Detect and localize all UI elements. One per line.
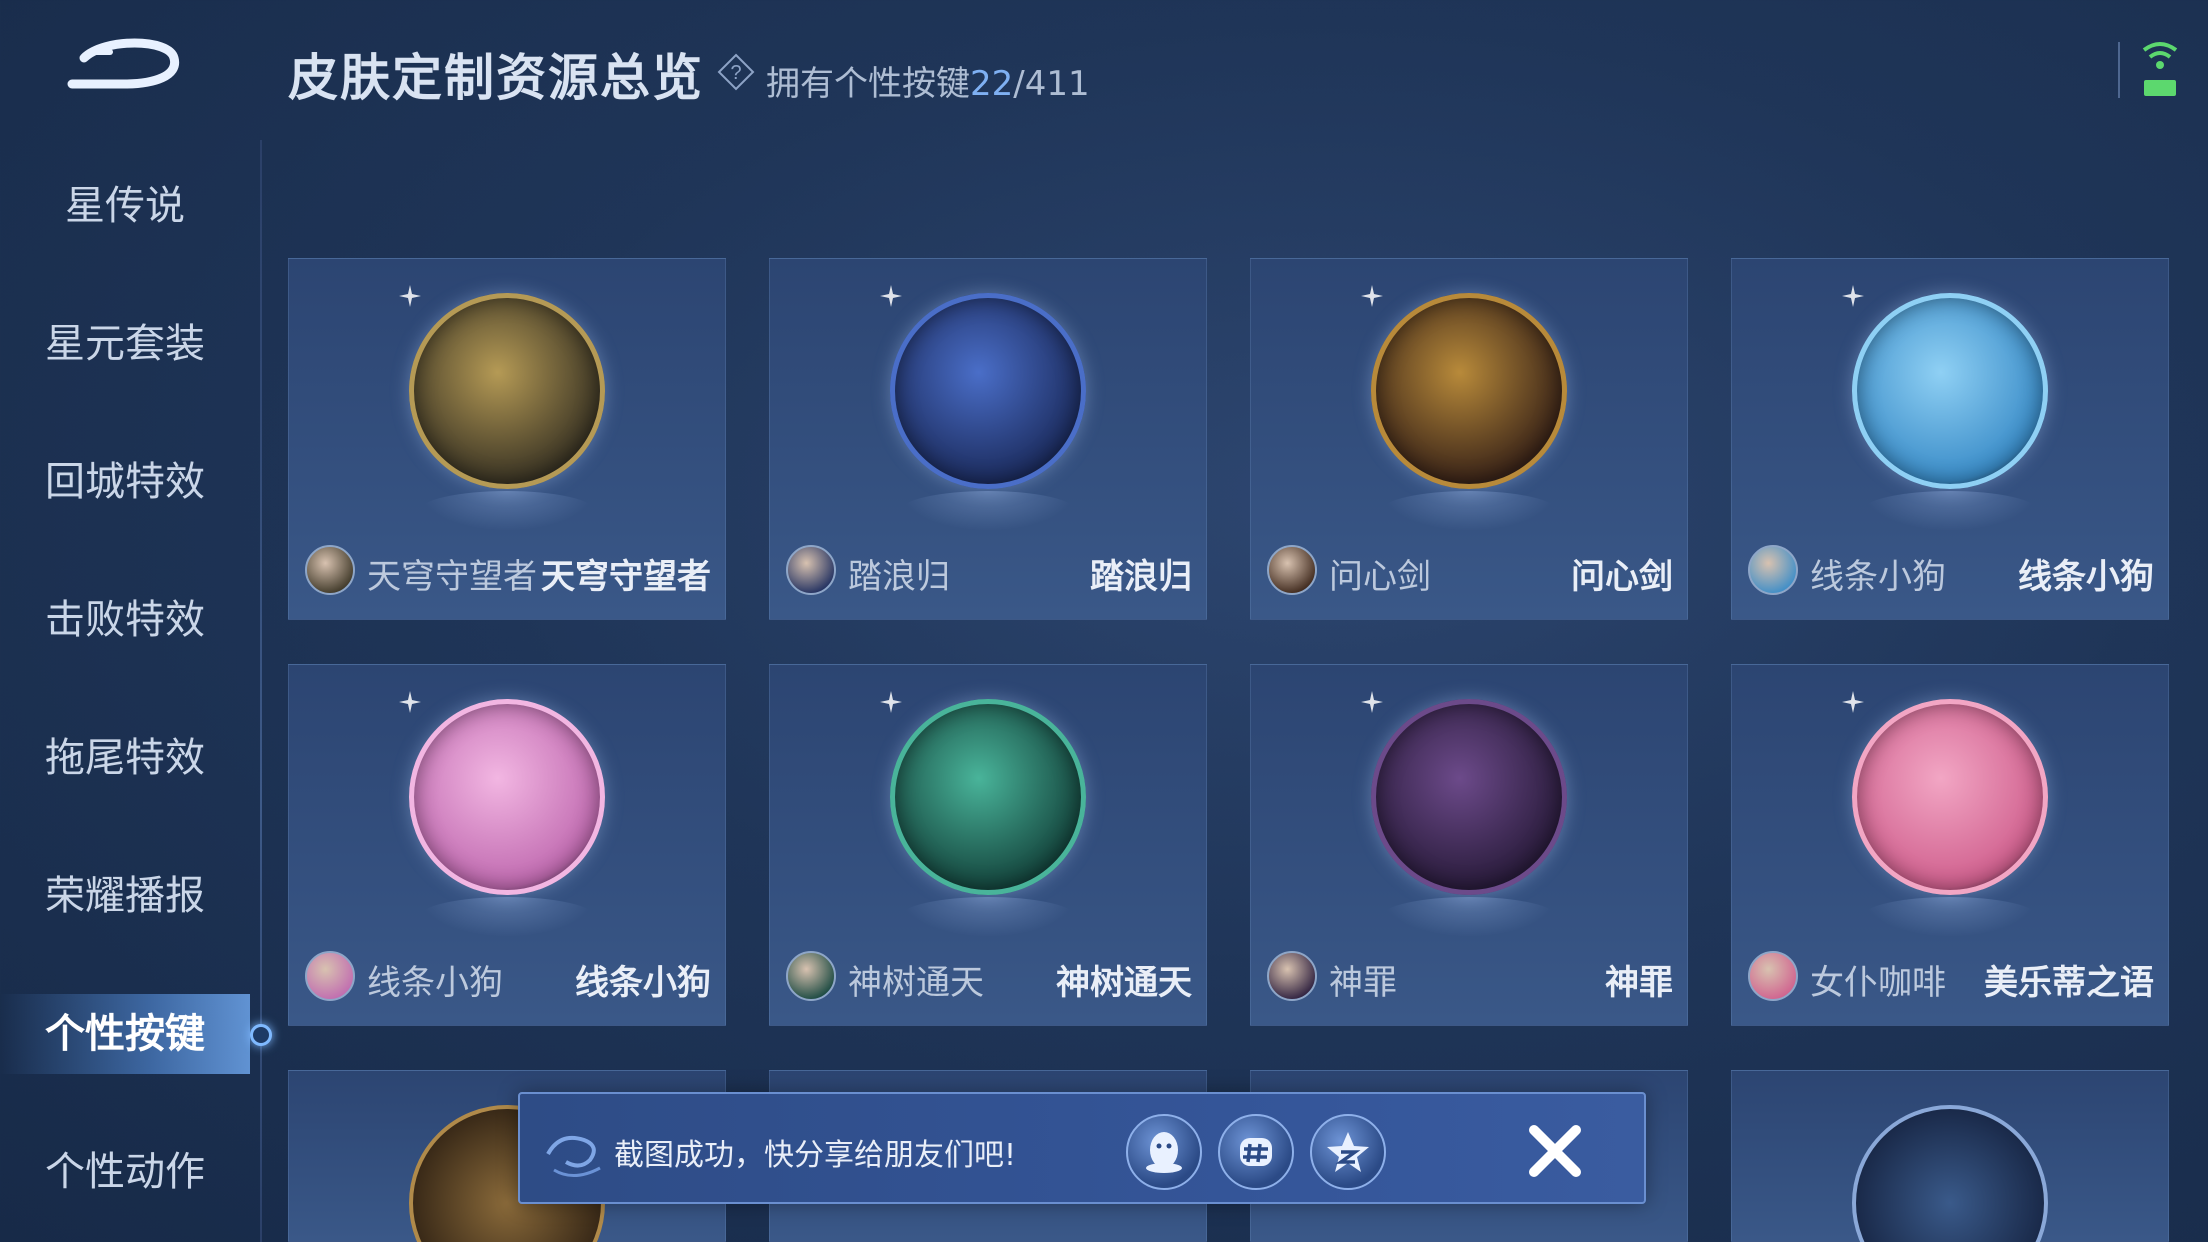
- bow-icon: [409, 293, 605, 489]
- help-icon[interactable]: ?: [716, 52, 756, 92]
- screenshot-share-toast: 截图成功，快分享给朋友们吧!: [518, 1092, 1646, 1204]
- badge-reflection: [1381, 491, 1557, 531]
- close-icon[interactable]: [1524, 1120, 1586, 1182]
- sidebar-item-star-legend[interactable]: 星传说: [0, 166, 250, 246]
- sidebar-item-star-suit[interactable]: 星元套装: [0, 304, 250, 384]
- page-title: 皮肤定制资源总览: [288, 49, 704, 107]
- sidebar-item-kill-effect[interactable]: 击败特效: [0, 580, 250, 660]
- badge-reflection: [1862, 897, 2038, 937]
- back-arrow-icon[interactable]: [64, 28, 194, 98]
- owned-count: 22: [970, 64, 1014, 104]
- skin-card[interactable]: 女仆咖啡 美乐蒂之语: [1731, 664, 2169, 1026]
- sparkle-icon: [1361, 285, 1383, 307]
- sparkle-icon: [880, 691, 902, 713]
- skin-name: 线条小狗: [575, 963, 711, 1003]
- skin-name: 线条小狗: [2018, 557, 2154, 597]
- spear-icon: [1371, 699, 1567, 895]
- skin-card[interactable]: 神罪 神罪: [1250, 664, 1688, 1026]
- hero-name: 神罪: [1329, 963, 1397, 1003]
- skin-name: 问心剑: [1571, 557, 1673, 597]
- hero-name: 线条小狗: [1810, 557, 1946, 597]
- hero-avatar: [1748, 951, 1798, 1001]
- hero-name: 问心剑: [1329, 557, 1431, 597]
- skin-name: 神树通天: [1056, 963, 1192, 1003]
- hero-name: 天穹守望者: [367, 557, 537, 597]
- toast-message: 截图成功，快分享给朋友们吧!: [614, 1138, 1017, 1173]
- skin-name: 美乐蒂之语: [1984, 963, 2154, 1003]
- skin-name: 天穹守望者: [541, 557, 711, 597]
- skin-name: 踏浪归: [1090, 557, 1192, 597]
- qq-icon: [1146, 1132, 1182, 1173]
- status-divider: [2118, 42, 2120, 98]
- sidebar-item-glory-broadcast[interactable]: 荣耀播报: [0, 856, 250, 936]
- sparkle-icon: [1842, 691, 1864, 713]
- badge-reflection: [900, 897, 1076, 937]
- hero-name: 女仆咖啡: [1810, 963, 1946, 1003]
- owned-total: /411: [1013, 64, 1090, 104]
- hero-avatar: [1267, 951, 1317, 1001]
- badge-reflection: [419, 897, 595, 937]
- divine-tree-icon: [890, 699, 1086, 895]
- badge-reflection: [1862, 491, 2038, 531]
- badge-icon: [1852, 1105, 2048, 1242]
- skin-card-partial[interactable]: [1731, 1070, 2169, 1242]
- my-melody-icon: [1852, 699, 2048, 895]
- swirl-decoration-icon: [546, 1135, 601, 1177]
- sparkle-icon: [399, 285, 421, 307]
- sidebar: 星传说 星元套装 回城特效 击败特效 拖尾特效 荣耀播报 个性按键 个性动作: [0, 140, 262, 1242]
- hero-avatar: [1267, 545, 1317, 595]
- sidebar-item-recall-effect[interactable]: 回城特效: [0, 442, 250, 522]
- skin-card[interactable]: 天穹守望者 天穹守望者: [288, 258, 726, 620]
- active-indicator-dot: [250, 1024, 272, 1046]
- line-puppy-icon: [1852, 293, 2048, 489]
- owned-label: 拥有个性按键: [766, 64, 970, 104]
- hero-avatar: [786, 545, 836, 595]
- skin-card[interactable]: 线条小狗 线条小狗: [1731, 258, 2169, 620]
- owned-count-label: 拥有个性按键22/411: [766, 56, 1090, 105]
- hero-avatar: [305, 951, 355, 1001]
- skin-card[interactable]: 线条小狗 线条小狗: [288, 664, 726, 1026]
- sword-icon: [1371, 293, 1567, 489]
- sidebar-item-custom-actions[interactable]: 个性动作: [0, 1132, 250, 1212]
- hero-name: 线条小狗: [367, 963, 503, 1003]
- hero-avatar: [1748, 545, 1798, 595]
- sidebar-item-trail-effect[interactable]: 拖尾特效: [0, 718, 250, 798]
- qzone-share-button[interactable]: [1310, 1114, 1386, 1190]
- qq-share-button[interactable]: [1126, 1114, 1202, 1190]
- skin-card[interactable]: 神树通天 神树通天: [769, 664, 1207, 1026]
- hero-name: 踏浪归: [848, 557, 950, 597]
- sidebar-item-custom-buttons[interactable]: 个性按键: [0, 994, 250, 1074]
- sparkle-icon: [1842, 285, 1864, 307]
- trident-icon: [890, 293, 1086, 489]
- qzone-icon: [1327, 1132, 1369, 1172]
- hero-avatar: [786, 951, 836, 1001]
- hero-name: 神树通天: [848, 963, 984, 1003]
- wechat-moments-icon: [1240, 1138, 1272, 1166]
- hero-avatar: [305, 545, 355, 595]
- sparkle-icon: [880, 285, 902, 307]
- badge-reflection: [1381, 897, 1557, 937]
- svg-text:?: ?: [730, 62, 741, 84]
- wifi-icon: [2142, 42, 2178, 69]
- skin-name: 神罪: [1605, 963, 1673, 1003]
- moments-share-button[interactable]: [1218, 1114, 1294, 1190]
- sparkle-icon: [399, 691, 421, 713]
- battery-icon: [2144, 80, 2176, 96]
- skin-card[interactable]: 踏浪归 踏浪归: [769, 258, 1207, 620]
- sparkle-icon: [1361, 691, 1383, 713]
- badge-reflection: [419, 491, 595, 531]
- sleeping-puppy-icon: [409, 699, 605, 895]
- badge-reflection: [900, 491, 1076, 531]
- skin-card[interactable]: 问心剑 问心剑: [1250, 258, 1688, 620]
